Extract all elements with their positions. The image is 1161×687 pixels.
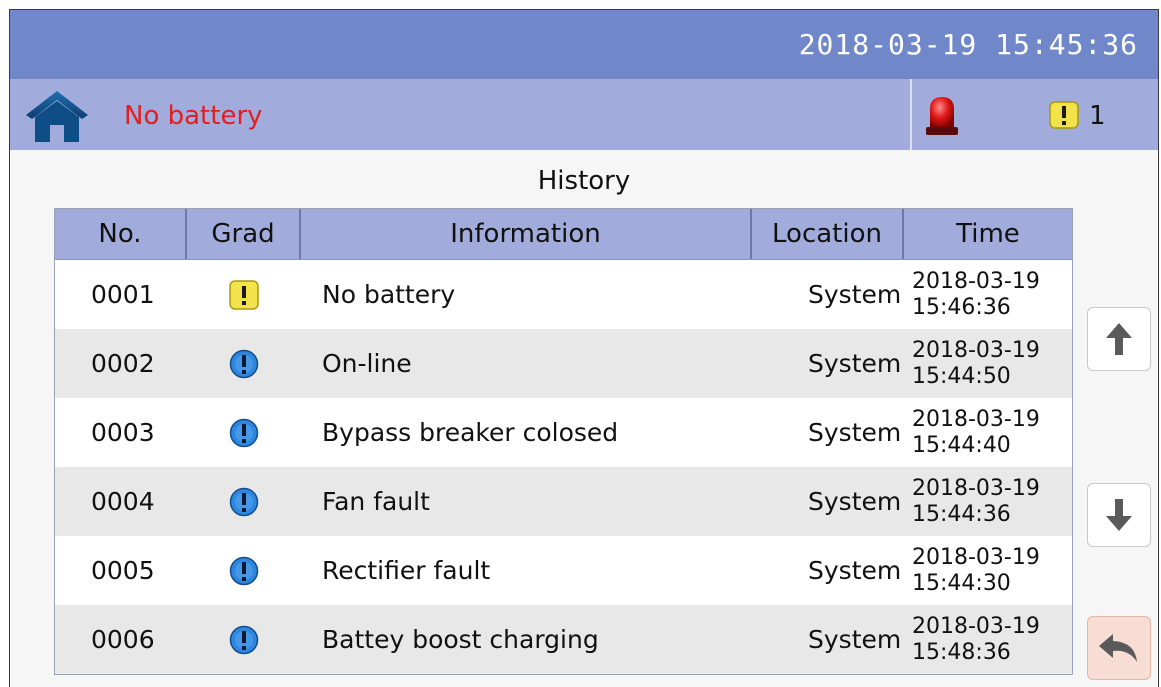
table-row[interactable]: 0002 On-line System 2018-03-19 15:44:50 [55,329,1072,398]
table-row[interactable]: 0005 Rectifier fault System 2018-03-19 1… [55,536,1072,605]
row-number: 0003 [91,418,155,447]
event-time: 15:48:36 [912,639,1011,665]
warning-icon [1049,101,1079,129]
information-cell: No battery [322,280,456,309]
grade-cell [187,625,301,655]
column-header-grad: Grad [187,209,301,259]
table-row[interactable]: 0001 No battery System 2018-03-19 15:46:… [55,260,1072,329]
info-icon [229,349,259,378]
row-number: 0004 [91,487,155,516]
time-cell: 2018-03-19 15:44:40 [904,407,1072,459]
grade-cell [187,279,301,310]
grade-cell [187,487,301,517]
event-time: 15:44:40 [912,432,1011,458]
information-cell: Bypass breaker colosed [322,418,619,447]
warning-count: 1 [1089,101,1106,131]
scroll-down-button[interactable] [1087,483,1151,547]
back-arrow-icon [1099,634,1137,662]
back-button[interactable] [1087,616,1151,680]
datetime-display: 2018-03-19 15:45:36 [798,28,1138,61]
time-cell: 2018-03-19 15:44:50 [904,338,1072,390]
alarm-light-icon [926,97,958,135]
ups-screen: 2018-03-19 15:45:36 No battery 1 History… [9,9,1159,687]
row-number: 0002 [91,349,155,378]
event-date: 2018-03-19 [912,406,1040,432]
event-date: 2018-03-19 [912,268,1040,294]
page-title: History [537,166,631,196]
time-cell: 2018-03-19 15:44:36 [904,476,1072,528]
status-message: No battery [124,101,263,131]
history-table: No. Grad Information Location Time 0001 … [54,208,1073,675]
event-date: 2018-03-19 [912,475,1040,501]
event-time: 15:46:36 [912,294,1011,320]
column-header-no: No. [55,209,187,259]
location-cell: System [808,625,902,654]
table-row[interactable]: 0006 Battey boost charging System 2018-0… [55,605,1072,674]
info-icon [229,418,259,447]
info-icon [229,625,259,654]
column-header-information: Information [301,209,752,259]
time-cell: 2018-03-19 15:44:30 [904,545,1072,597]
event-date: 2018-03-19 [912,337,1040,363]
history-panel: History No. Grad Information Location Ti… [10,150,1158,687]
grade-cell [187,556,301,586]
event-time: 15:44:50 [912,363,1011,389]
home-icon [26,91,88,142]
top-bar: 2018-03-19 15:45:36 [10,10,1158,79]
grade-cell [187,349,301,379]
location-cell: System [808,556,902,585]
row-number: 0005 [91,556,155,585]
event-date: 2018-03-19 [912,613,1040,639]
event-date: 2018-03-19 [912,544,1040,570]
time-cell: 2018-03-19 15:46:36 [904,269,1072,321]
home-button[interactable] [24,89,90,143]
column-header-location: Location [752,209,904,259]
warning-icon [229,279,259,310]
time-cell: 2018-03-19 15:48:36 [904,614,1072,666]
information-cell: On-line [322,349,412,378]
table-row[interactable]: 0004 Fan fault System 2018-03-19 15:44:3… [55,467,1072,536]
event-time: 15:44:36 [912,501,1011,527]
scroll-up-button[interactable] [1087,307,1151,371]
information-cell: Fan fault [322,487,430,516]
location-cell: System [808,280,902,309]
location-cell: System [808,487,902,516]
status-bar: No battery 1 [10,79,1158,150]
table-header: No. Grad Information Location Time [55,209,1072,260]
location-cell: System [808,418,902,447]
row-number: 0006 [91,625,155,654]
information-cell: Battey boost charging [322,625,599,654]
arrow-up-icon [1106,323,1132,355]
event-time: 15:44:30 [912,570,1011,596]
column-header-time: Time [956,219,1020,249]
information-cell: Rectifier fault [322,556,491,585]
status-divider [910,79,912,150]
row-number: 0001 [91,280,155,309]
grade-cell [187,418,301,448]
info-icon [229,487,259,516]
arrow-down-icon [1106,499,1132,531]
info-icon [229,556,259,585]
location-cell: System [808,349,902,378]
table-row[interactable]: 0003 Bypass breaker colosed System 2018-… [55,398,1072,467]
